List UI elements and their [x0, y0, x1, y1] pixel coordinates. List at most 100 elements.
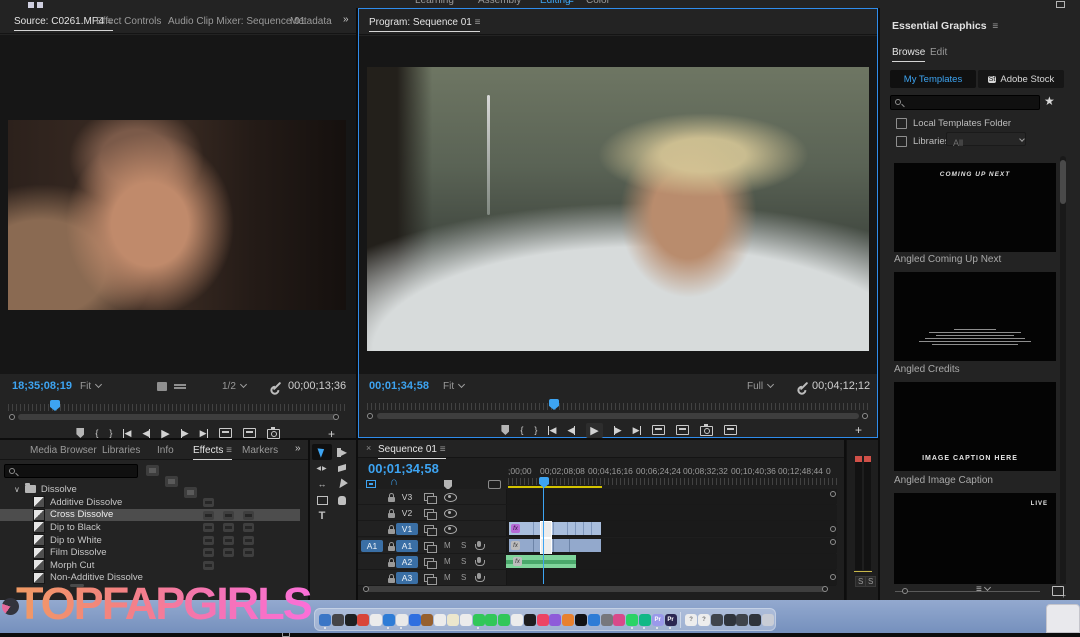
extract-icon[interactable]: [676, 425, 689, 435]
dock-app-icon[interactable]: [575, 614, 587, 626]
program-scrubber[interactable]: [359, 399, 877, 421]
panel-menu-icon[interactable]: ≡: [440, 444, 446, 455]
sync-lock-icon[interactable]: [424, 493, 434, 501]
audio-clip[interactable]: fx: [509, 539, 601, 552]
template-label[interactable]: Angled Coming Up Next: [894, 254, 1001, 265]
selected-transition-cross-dissolve[interactable]: [540, 521, 552, 538]
source-zoom-select[interactable]: Fit: [80, 381, 101, 392]
hscroll-handle-right[interactable]: [822, 586, 828, 592]
add-marker-icon[interactable]: [76, 428, 84, 438]
type-tool[interactable]: T: [312, 508, 332, 524]
dock-app-icon[interactable]: [613, 614, 625, 626]
mute-button[interactable]: M: [444, 541, 451, 550]
source-scrubber[interactable]: [0, 400, 356, 422]
effect-item-cross-dissolve[interactable]: Cross Dissolve: [0, 509, 300, 522]
filter-local-templates[interactable]: Local Templates Folder: [896, 118, 1011, 129]
template-thumb-credits[interactable]: [894, 272, 1056, 361]
overwrite-icon[interactable]: [243, 428, 256, 438]
insert-icon[interactable]: [219, 428, 232, 438]
track-lock-icon[interactable]: [388, 529, 395, 534]
solo-button[interactable]: S: [461, 541, 466, 550]
meter-solo-right[interactable]: S: [865, 576, 876, 587]
dock-app-icon[interactable]: ?: [685, 614, 697, 626]
dock-app-icon[interactable]: Pr: [652, 614, 664, 626]
dock-app-icon[interactable]: [762, 614, 774, 626]
program-zoom-select[interactable]: Fit: [443, 381, 464, 392]
dock-app-icon[interactable]: [485, 614, 497, 626]
dock-app-icon[interactable]: ?: [698, 614, 710, 626]
step-back-icon[interactable]: ◀: [142, 428, 150, 439]
dock-app-icon[interactable]: [724, 614, 736, 626]
step-forward-icon[interactable]: ▶: [614, 425, 622, 436]
workspace-tab-editing[interactable]: Editing: [540, 0, 571, 6]
selected-transition-audio[interactable]: [540, 538, 552, 555]
program-resolution-select[interactable]: Full: [747, 381, 773, 392]
zoom-handle-left[interactable]: [367, 413, 373, 419]
dock-app-icon[interactable]: [562, 614, 574, 626]
essential-graphics-title[interactable]: Essential Graphics ≡: [892, 20, 998, 32]
timeline-hscrollbar[interactable]: [366, 586, 826, 592]
dock-app-icon[interactable]: [421, 614, 433, 626]
tab-markers[interactable]: Markers: [242, 445, 278, 456]
slip-tool[interactable]: ↔: [312, 476, 332, 492]
work-area-bar[interactable]: [508, 486, 602, 488]
sync-lock-icon[interactable]: [424, 525, 434, 533]
effect-item-morph-cut[interactable]: Morph Cut: [0, 559, 300, 572]
tab-program[interactable]: Program: Sequence 01 ≡: [369, 17, 480, 32]
dock-app-icon[interactable]: [434, 614, 446, 626]
hand-tool[interactable]: [332, 492, 352, 508]
goto-in-icon[interactable]: ◀: [548, 425, 556, 436]
effect-item-dip-to-white[interactable]: Dip to White: [0, 534, 300, 547]
track-scroll-handle[interactable]: [830, 539, 836, 545]
sync-lock-icon[interactable]: [424, 558, 434, 566]
window-panel-icon[interactable]: [1056, 1, 1065, 8]
track-select-forward-tool[interactable]: ▶: [332, 444, 352, 460]
play-icon[interactable]: ▶: [161, 427, 169, 440]
thumbnail-size-slider[interactable]: [895, 591, 1040, 592]
goto-out-icon[interactable]: ▶: [633, 425, 641, 436]
adobe-stock-button[interactable]: St Adobe Stock: [978, 70, 1064, 88]
checkbox-libraries[interactable]: [896, 136, 907, 147]
source-patch-a1[interactable]: A1: [361, 540, 383, 552]
dock-app-icon[interactable]: [711, 614, 723, 626]
video-clip[interactable]: fx: [509, 522, 601, 535]
my-templates-button[interactable]: My Templates: [890, 70, 976, 88]
mute-button[interactable]: M: [444, 557, 451, 566]
track-lane-v3[interactable]: [506, 489, 837, 504]
search-input[interactable]: [907, 97, 1039, 110]
tab-edit[interactable]: Edit: [930, 47, 947, 58]
track-scroll-handle[interactable]: [830, 526, 836, 532]
dock-app-icon[interactable]: [639, 614, 651, 626]
filter-libraries[interactable]: Libraries: [896, 136, 949, 147]
dock-app-icon[interactable]: [357, 614, 369, 626]
tab-info[interactable]: Info: [157, 445, 174, 456]
panel-menu-icon[interactable]: ≡: [475, 17, 481, 28]
step-forward-icon[interactable]: ▶: [181, 428, 189, 439]
razor-tool[interactable]: [332, 460, 352, 476]
button-editor-icon[interactable]: +: [855, 423, 862, 437]
dock-app-icon[interactable]: [473, 614, 485, 626]
hscroll-handle-left[interactable]: [363, 586, 369, 592]
dock-app-icon[interactable]: [370, 614, 382, 626]
tab-metadata[interactable]: Metadata: [290, 16, 332, 27]
track-scroll-handle[interactable]: [830, 491, 836, 497]
tab-effect-controls[interactable]: Effect Controls: [96, 16, 161, 27]
template-thumb-live[interactable]: LIVE: [894, 493, 1056, 584]
goto-in-icon[interactable]: ◀: [123, 428, 131, 439]
track-output-eye-icon[interactable]: [444, 493, 457, 502]
timeline-ruler[interactable]: ;00;0000;02;08;0800;04;16;1600;06;24;240…: [358, 464, 844, 478]
mark-out-icon[interactable]: }: [534, 425, 537, 435]
goto-out-icon[interactable]: ▶: [200, 428, 208, 439]
program-zoom-bar[interactable]: [377, 413, 859, 419]
dock-app-icon[interactable]: [549, 614, 561, 626]
wrench-icon[interactable]: [273, 382, 281, 390]
dock-app-icon[interactable]: [498, 614, 510, 626]
zoom-handle-right[interactable]: [333, 414, 339, 420]
mark-in-icon[interactable]: {: [520, 425, 523, 435]
panel-menu-icon[interactable]: ≡: [992, 21, 998, 32]
audio-meters-panel[interactable]: S S: [846, 440, 878, 600]
lift-icon[interactable]: [652, 425, 665, 435]
dock-app-icon[interactable]: [345, 614, 357, 626]
dock-app-icon[interactable]: [749, 614, 761, 626]
mute-button[interactable]: M: [444, 573, 451, 582]
